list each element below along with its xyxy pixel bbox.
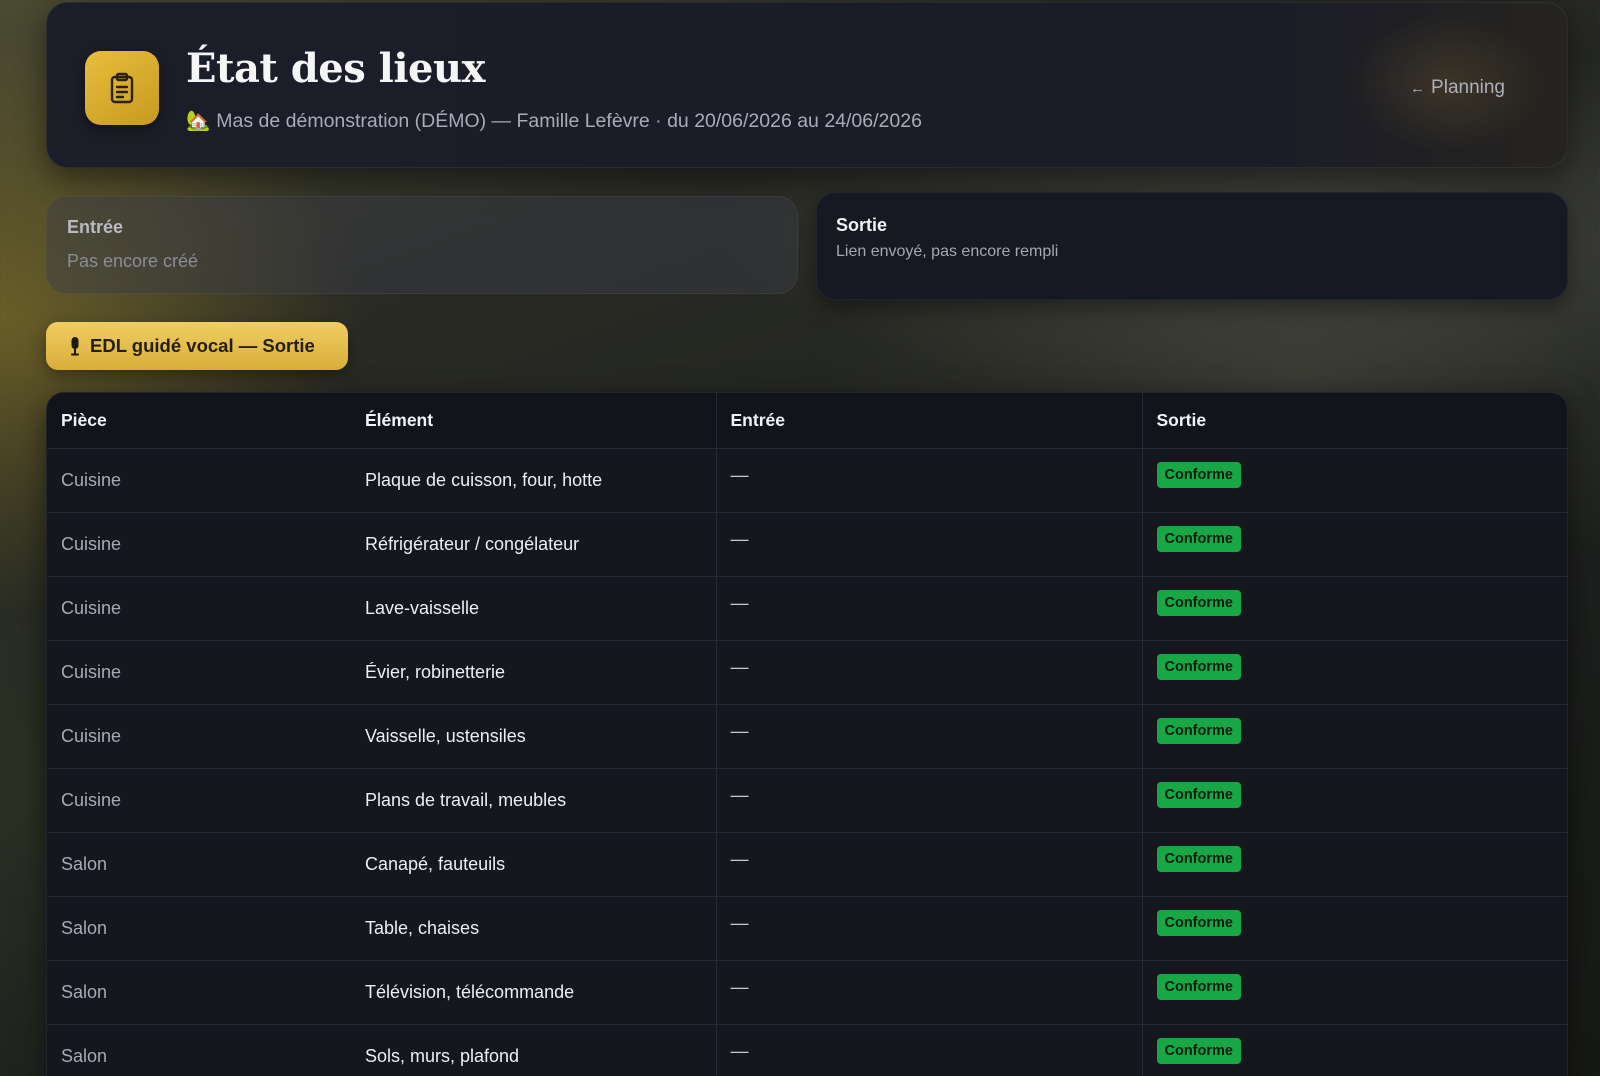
- sortie-card-title: Sortie: [836, 215, 888, 235]
- status-badge: Conforme: [1156, 525, 1241, 552]
- sortie-card-status: Lien envoyé, pas encore rempli: [836, 243, 1059, 260]
- cell-sortie: Conforme: [1141, 896, 1567, 961]
- cell-entree: —: [715, 960, 1142, 1025]
- page-title: État des lieux: [186, 45, 485, 92]
- column-header-element: Élément: [351, 393, 716, 449]
- cell-entree: —: [715, 768, 1142, 833]
- entree-status-card[interactable]: Entrée Pas encore créé: [46, 196, 798, 294]
- cell-sortie: Conforme: [1141, 832, 1567, 897]
- stay-details: Mas de démonstration (DÉMO) — Famille Le…: [216, 110, 922, 132]
- clipboard-icon: [85, 51, 159, 125]
- cell-entree: —: [715, 896, 1142, 961]
- column-header-sortie: Sortie: [1141, 393, 1567, 449]
- status-badge: Conforme: [1156, 717, 1241, 744]
- cell-entree: —: [715, 640, 1142, 705]
- arrow-left-icon: ←: [1410, 80, 1426, 97]
- house-icon: 🏡: [186, 110, 211, 132]
- cell-element: Table, chaises: [351, 896, 716, 961]
- column-header-piece: Pièce: [47, 393, 351, 449]
- table-row: Cuisine Plaque de cuisson, four, hotte —…: [47, 448, 1567, 513]
- sortie-status-card[interactable]: Sortie Lien envoyé, pas encore rempli: [816, 192, 1568, 300]
- table-row: Cuisine Réfrigérateur / congélateur — Co…: [47, 512, 1567, 577]
- status-badge: Conforme: [1156, 845, 1241, 872]
- cell-element: Canapé, fauteuils: [351, 832, 716, 897]
- table-row: Cuisine Lave-vaisselle — Conforme: [47, 576, 1567, 641]
- voice-guided-edl-button[interactable]: EDL guidé vocal — Sortie: [46, 322, 348, 370]
- table-row: Cuisine Évier, robinetterie — Conforme: [47, 640, 1567, 705]
- cell-sortie: Conforme: [1141, 704, 1567, 769]
- cell-piece: Salon: [47, 832, 351, 897]
- table-row: Salon Télévision, télécommande — Conform…: [47, 960, 1567, 1025]
- cell-sortie: Conforme: [1141, 512, 1567, 577]
- status-badge: Conforme: [1156, 1037, 1241, 1064]
- cell-piece: Salon: [47, 896, 351, 961]
- cell-entree: —: [715, 832, 1142, 897]
- cell-piece: Cuisine: [47, 512, 351, 577]
- cell-element: Télévision, télécommande: [351, 960, 716, 1025]
- cell-element: Plaque de cuisson, four, hotte: [351, 448, 716, 513]
- cell-element: Évier, robinetterie: [351, 640, 716, 705]
- cell-sortie: Conforme: [1141, 1024, 1567, 1076]
- microphone-icon: [68, 336, 82, 356]
- entree-card-title: Entrée: [67, 217, 124, 237]
- table-row: Cuisine Vaisselle, ustensiles — Conforme: [47, 704, 1567, 769]
- entree-card-status: Pas encore créé: [67, 251, 199, 271]
- status-badge: Conforme: [1156, 589, 1241, 616]
- cell-sortie: Conforme: [1141, 448, 1567, 513]
- cell-sortie: Conforme: [1141, 640, 1567, 705]
- column-header-entree: Entrée: [715, 393, 1142, 449]
- cell-element: Réfrigérateur / congélateur: [351, 512, 716, 577]
- cell-entree: —: [715, 576, 1142, 641]
- cell-piece: Cuisine: [47, 576, 351, 641]
- cell-element: Vaisselle, ustensiles: [351, 704, 716, 769]
- table-row: Salon Canapé, fauteuils — Conforme: [47, 832, 1567, 897]
- cell-sortie: Conforme: [1141, 576, 1567, 641]
- cell-sortie: Conforme: [1141, 960, 1567, 1025]
- stay-subtitle: 🏡 Mas de démonstration (DÉMO) — Famille L…: [186, 109, 922, 133]
- table-row: Cuisine Plans de travail, meubles — Conf…: [47, 768, 1567, 833]
- inspection-table: Pièce Élément Entrée Sortie Cuisine Plaq…: [46, 392, 1568, 1076]
- table-header-row: Pièce Élément Entrée Sortie: [47, 393, 1567, 449]
- cell-piece: Salon: [47, 1024, 351, 1076]
- cell-piece: Cuisine: [47, 448, 351, 513]
- planning-label: Planning: [1431, 77, 1505, 98]
- page-header: État des lieux 🏡 Mas de démonstration (DÉ…: [46, 2, 1568, 168]
- back-to-planning-link[interactable]: ← Planning: [1410, 77, 1505, 99]
- cell-piece: Salon: [47, 960, 351, 1025]
- cell-element: Lave-vaisselle: [351, 576, 716, 641]
- cell-entree: —: [715, 704, 1142, 769]
- cell-piece: Cuisine: [47, 704, 351, 769]
- cell-entree: —: [715, 512, 1142, 577]
- status-badge: Conforme: [1156, 909, 1241, 936]
- cell-element: Plans de travail, meubles: [351, 768, 716, 833]
- cell-element: Sols, murs, plafond: [351, 1024, 716, 1076]
- status-badge: Conforme: [1156, 781, 1241, 808]
- cell-piece: Cuisine: [47, 768, 351, 833]
- status-badge: Conforme: [1156, 653, 1241, 680]
- table-row: Salon Sols, murs, plafond — Conforme: [47, 1024, 1567, 1076]
- cell-entree: —: [715, 448, 1142, 513]
- table-row: Salon Table, chaises — Conforme: [47, 896, 1567, 961]
- cell-sortie: Conforme: [1141, 768, 1567, 833]
- cell-piece: Cuisine: [47, 640, 351, 705]
- status-badge: Conforme: [1156, 461, 1241, 488]
- status-badge: Conforme: [1156, 973, 1241, 1000]
- cell-entree: —: [715, 1024, 1142, 1076]
- voice-button-label: EDL guidé vocal — Sortie: [90, 335, 315, 356]
